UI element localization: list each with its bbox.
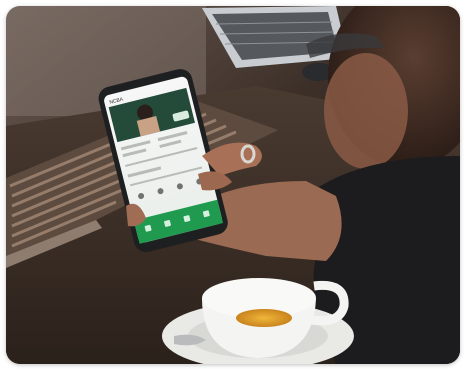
coffee: [236, 309, 292, 327]
person-face: [324, 53, 408, 169]
photo: NCBA: [6, 6, 460, 364]
photo-frame: NCBA: [6, 6, 460, 364]
